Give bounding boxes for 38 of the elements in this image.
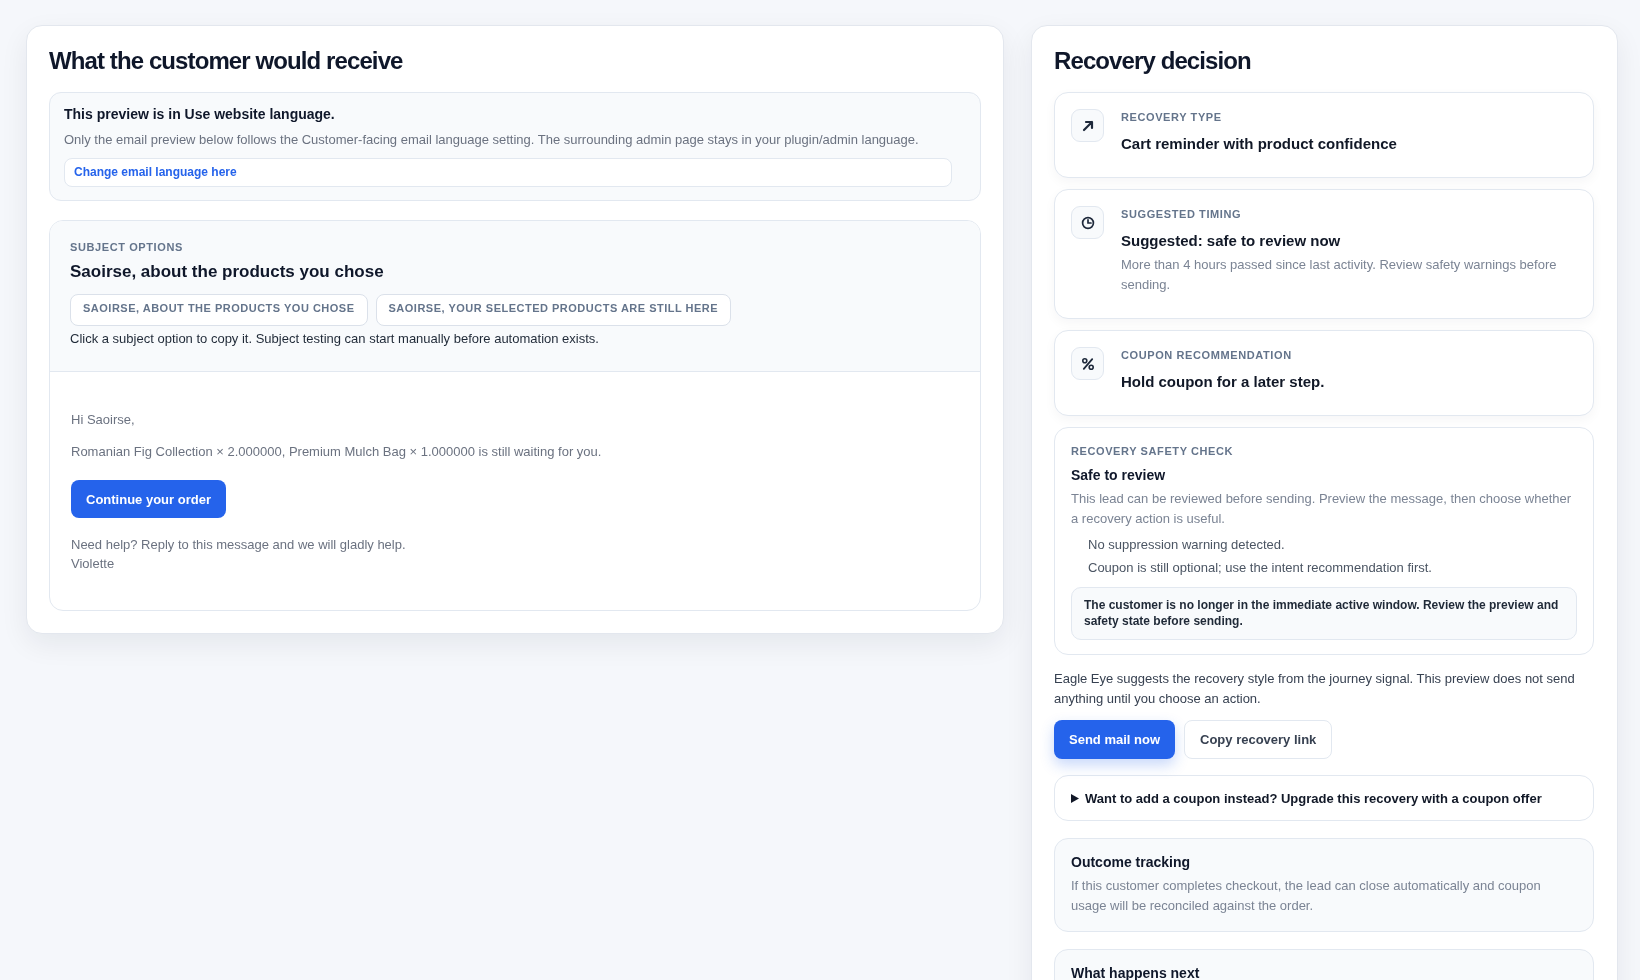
- notice-heading: This preview is in Use website language.: [64, 105, 336, 123]
- change-language-link[interactable]: Change email language here: [64, 158, 952, 187]
- action-button[interactable]: Copy recovery link: [1184, 720, 1333, 759]
- fact-value: Suggested: safe to review now: [1121, 231, 1342, 251]
- card-title: Outcome tracking: [1071, 853, 1192, 871]
- email-signature: Violette: [71, 555, 116, 573]
- subject-option-button[interactable]: SAOIRSE, YOUR SELECTED PRODUCTS ARE STILL HERE: [375, 294, 732, 326]
- fact-label: COUPON RECOMMENDATION: [1121, 348, 1293, 362]
- continue-order-button[interactable]: Continue your order: [71, 480, 226, 518]
- fact-label: RECOVERY TYPE: [1121, 110, 1223, 124]
- fact-value: Hold coupon for a later step.: [1121, 372, 1325, 392]
- card-text: If this customer completes checkout, the lead can close automatically and coupon usage will be reconciled against the order.: [1071, 877, 1542, 915]
- fact-label: SUGGESTED TIMING: [1121, 207, 1243, 221]
- fact-note: More than 4 hours passed since last activity. Review safety warnings before sending.: [1121, 256, 1558, 294]
- email-greeting: Hi Saoirse,: [71, 411, 136, 429]
- email-closing: Need help? Reply to this message and we will gladly help.: [71, 536, 407, 554]
- percent-icon: [1071, 347, 1104, 380]
- clock-icon: [1071, 206, 1104, 239]
- subject-option-button[interactable]: SAOIRSE, ABOUT THE PRODUCTS YOU CHOSE: [70, 294, 368, 326]
- panel-title: Recovery decision: [1054, 46, 1252, 76]
- safety-text: This lead can be reviewed before sending. Preview the message, then choose whether a recovery action is useful.: [1071, 490, 1573, 528]
- email-body-text: Romanian Fig Collection × 2.000000, Premium Mulch Bag × 1.000000 is still waiting for you.: [71, 443, 603, 461]
- safety-warning: The customer is no longer in the immediate active window. Review the preview and safety state before sending.: [1071, 587, 1577, 640]
- action-button[interactable]: Send mail now: [1054, 720, 1175, 759]
- safety-item: Coupon is still optional; use the intent recommendation first.: [1088, 559, 1433, 577]
- coupon-upsell-toggle[interactable]: Want to add a coupon instead? Upgrade this recovery with a coupon offer: [1054, 775, 1594, 821]
- fact-value: Cart reminder with product confidence: [1121, 134, 1397, 154]
- subject-line: Saoirse, about the products you chose: [70, 261, 385, 283]
- card-title: What happens next: [1071, 964, 1201, 980]
- recovery-explanation: Eagle Eye suggests the recovery style from the journey signal. This preview does not send anything until you choose an action.: [1054, 670, 1576, 708]
- arrow-icon: [1071, 109, 1104, 142]
- subject-hint: Click a subject option to copy it. Subject testing can start manually before automation exists.: [70, 330, 600, 348]
- panel-title: What the customer would receive: [49, 46, 404, 76]
- section-label: SUBJECT OPTIONS: [70, 240, 184, 254]
- safety-label: RECOVERY SAFETY CHECK: [1071, 444, 1235, 458]
- safety-status: Safe to review: [1071, 466, 1167, 484]
- safety-item: No suppression warning detected.: [1088, 536, 1286, 554]
- notice-text: Only the email preview below follows the Customer-facing email language setting. The surrounding admin page stays in your plugin/admin language.: [64, 131, 920, 149]
